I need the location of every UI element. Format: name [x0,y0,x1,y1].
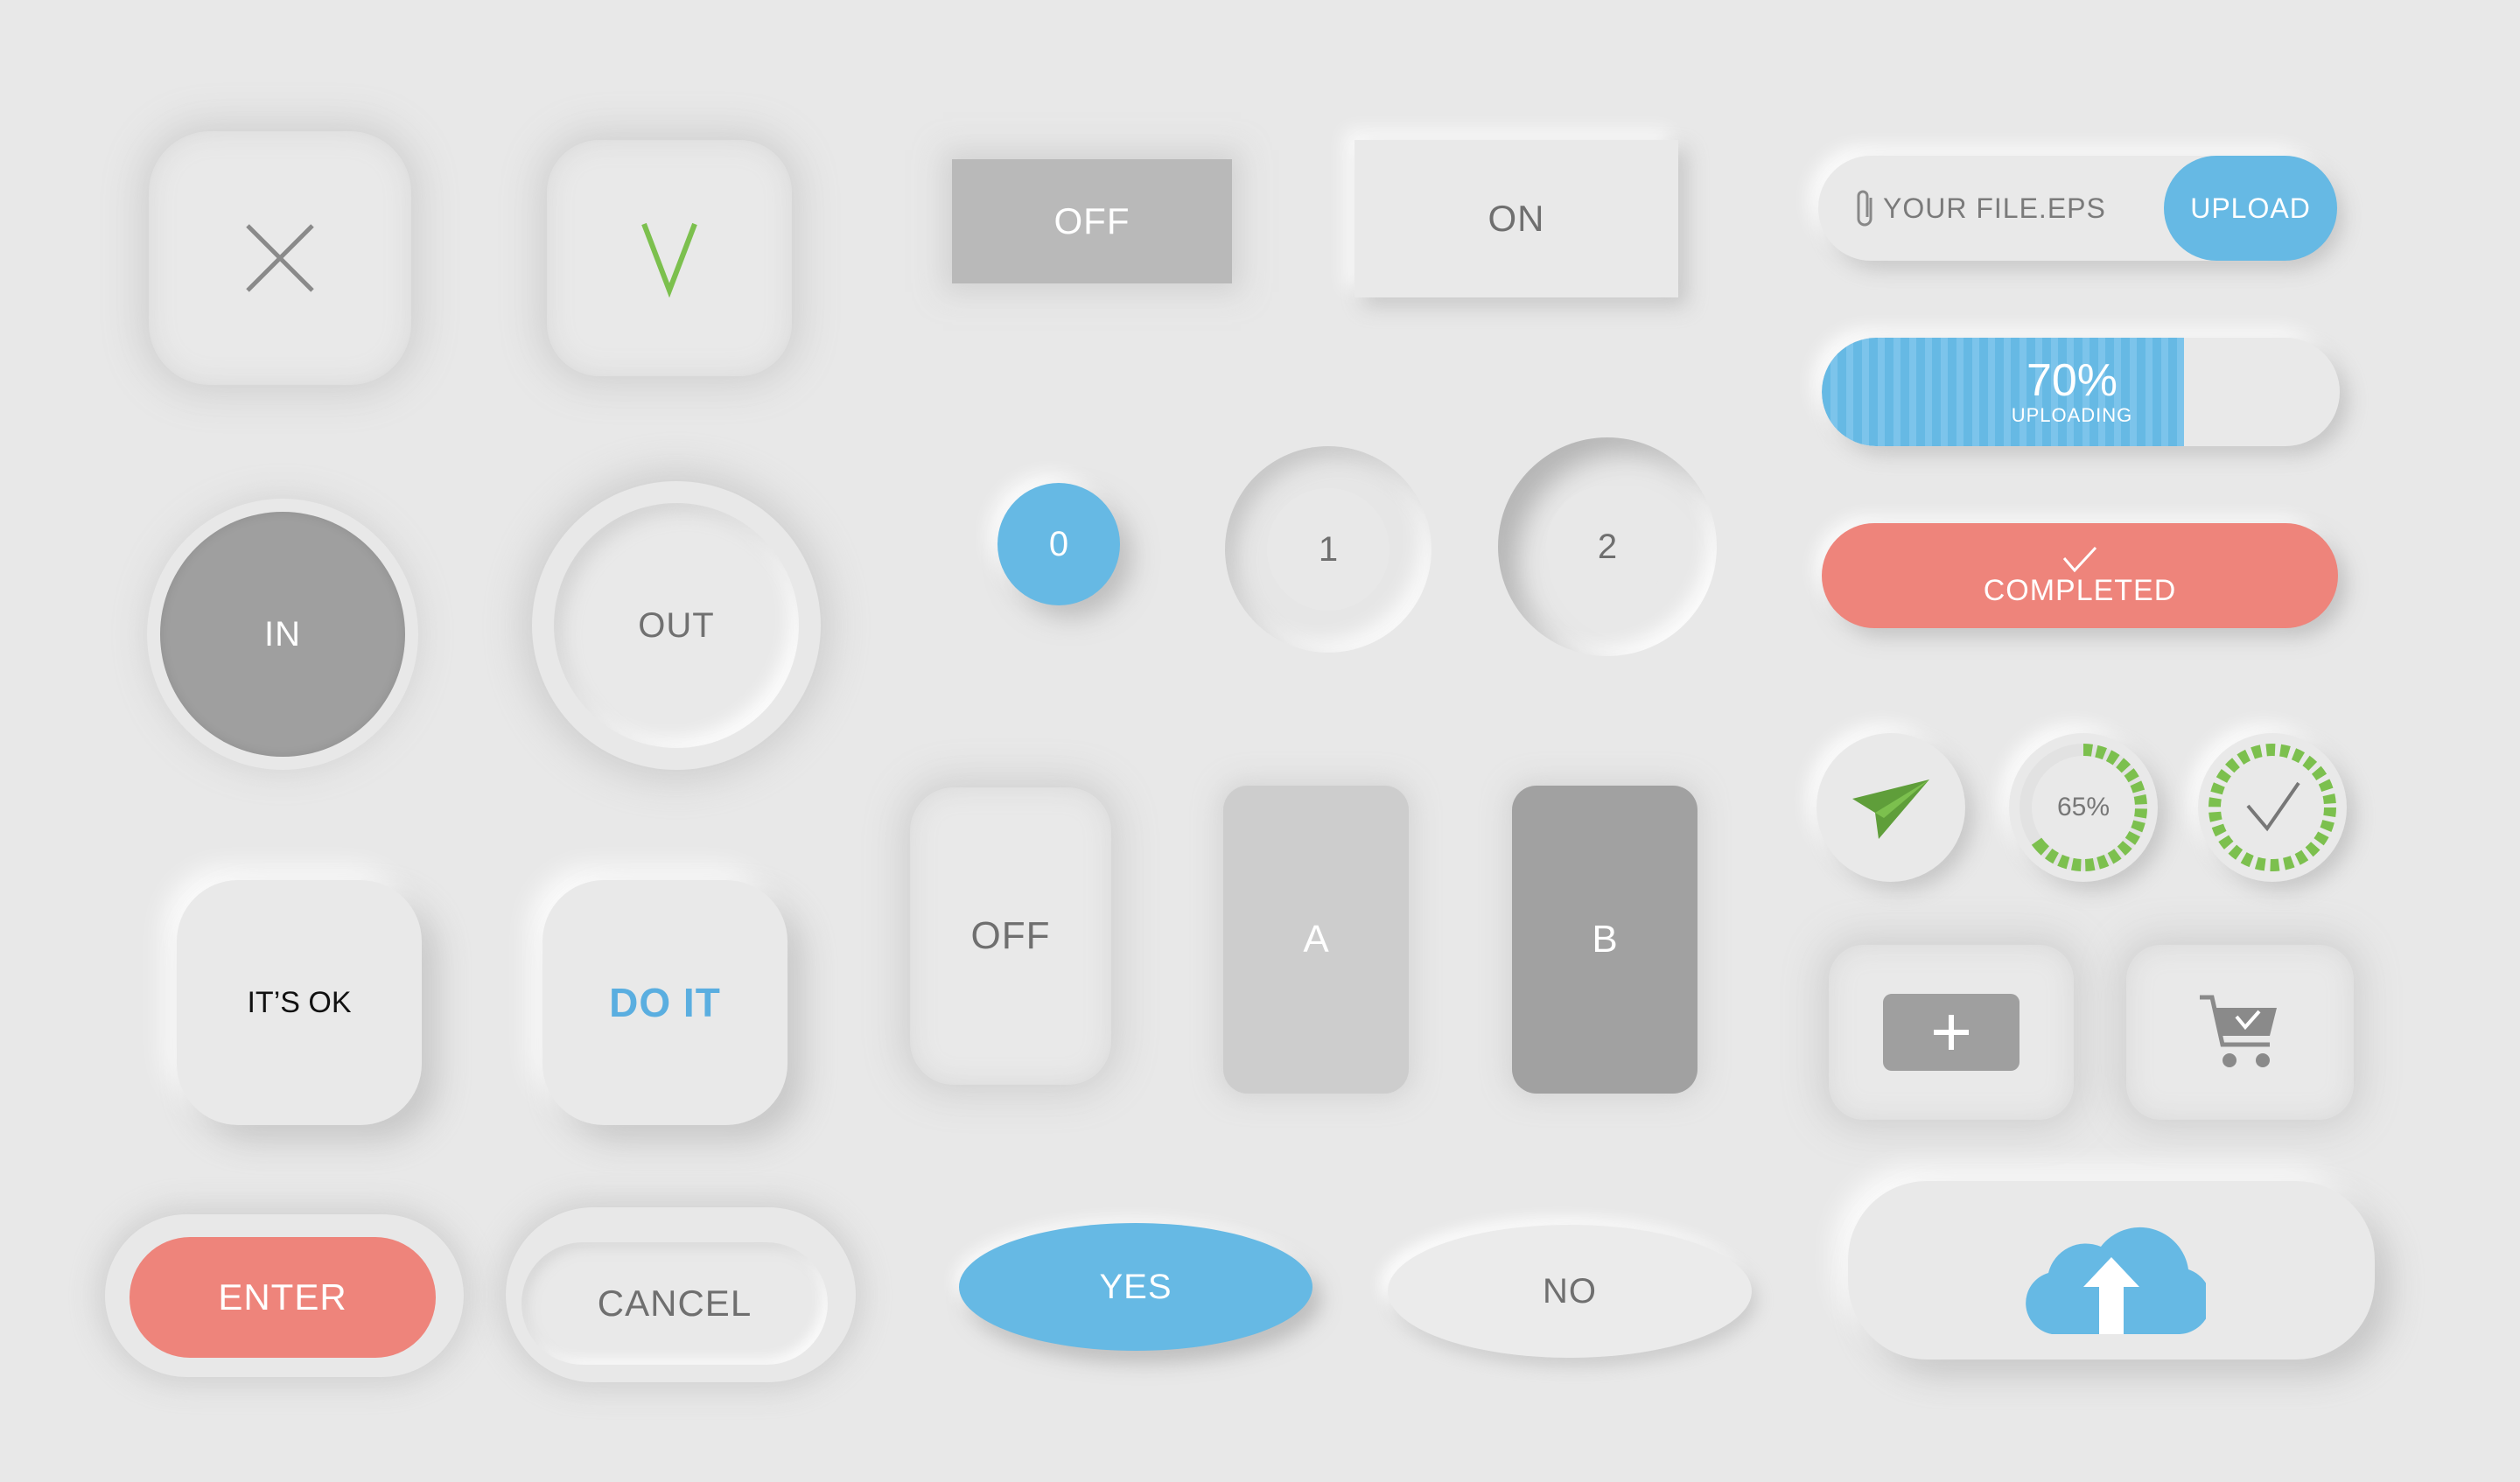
paperclip-icon [1857,190,1872,227]
completed-button[interactable]: COMPLETED [1822,523,2338,628]
file-upload-field[interactable]: YOUR FILE.EPS UPLOAD [1818,156,2337,261]
do-it-button[interactable]: DO IT [542,880,788,1125]
plus-icon [1934,1015,1969,1050]
cart-button[interactable] [2126,945,2354,1120]
off-switch-button[interactable]: OFF [910,787,1111,1085]
add-button[interactable] [1883,994,2020,1071]
send-icon [1852,779,1929,839]
upload-progress-bar: 70% UPLOADING [1822,338,2340,446]
option-a-label: A [1303,918,1329,961]
progress-percent: 70% [2026,355,2118,406]
step-2-label: 2 [1597,527,1618,566]
cloud-upload-icon [2026,1227,2206,1334]
in-button-label: IN [264,614,301,654]
file-name-placeholder: YOUR FILE.EPS [1883,192,2106,224]
progress-status: UPLOADING [2011,404,2133,426]
no-button[interactable]: NO [1388,1225,1752,1358]
cancel-button[interactable]: CANCEL [522,1242,828,1365]
option-b-button[interactable]: B [1512,786,1698,1094]
out-button-label: OUT [638,605,715,645]
add-button-frame [1829,945,2074,1120]
upload-button-label: UPLOAD [2190,192,2311,224]
upload-button[interactable]: UPLOAD [2164,156,2337,261]
off-toggle-label: OFF [1054,200,1130,241]
yes-button-label: YES [1099,1267,1172,1306]
close-icon [246,224,314,292]
step-0-label: 0 [1048,524,1069,563]
check-icon [2062,546,2097,572]
done-check-button[interactable] [2198,733,2347,882]
close-button[interactable] [149,131,411,385]
circular-progress-label: 65% [2056,793,2110,821]
enter-button[interactable]: ENTER [130,1237,436,1358]
do-it-label: DO IT [609,980,721,1025]
out-button[interactable]: OUT [532,481,821,770]
cart-icon [2200,995,2277,1067]
check-icon [2208,744,2336,871]
check-icon [641,222,697,297]
step-1-button[interactable]: 1 [1225,446,1432,653]
circular-progress: 65% [2009,733,2158,882]
cancel-button-label: CANCEL [597,1283,752,1324]
no-button-label: NO [1543,1271,1597,1311]
option-b-label: B [1592,918,1618,961]
enter-button-label: ENTER [218,1276,347,1318]
yes-button[interactable]: YES [959,1223,1312,1351]
on-toggle-label: ON [1488,198,1545,239]
step-0-button[interactable]: 0 [998,483,1120,605]
step-2-button[interactable]: 2 [1498,437,1717,656]
on-toggle-button[interactable]: ON [1354,140,1678,297]
in-button[interactable]: IN [147,499,418,770]
its-ok-button[interactable]: IT’S OK [177,880,422,1125]
its-ok-label: IT’S OK [247,985,352,1019]
cloud-upload-button[interactable] [1848,1181,2375,1360]
check-button[interactable] [547,140,792,376]
step-1-label: 1 [1318,529,1339,569]
option-a-button[interactable]: A [1223,786,1409,1094]
off-switch-label: OFF [970,914,1051,957]
completed-label: COMPLETED [1983,573,2177,607]
send-button[interactable] [1816,733,1965,882]
off-toggle-button[interactable]: OFF [952,159,1232,283]
